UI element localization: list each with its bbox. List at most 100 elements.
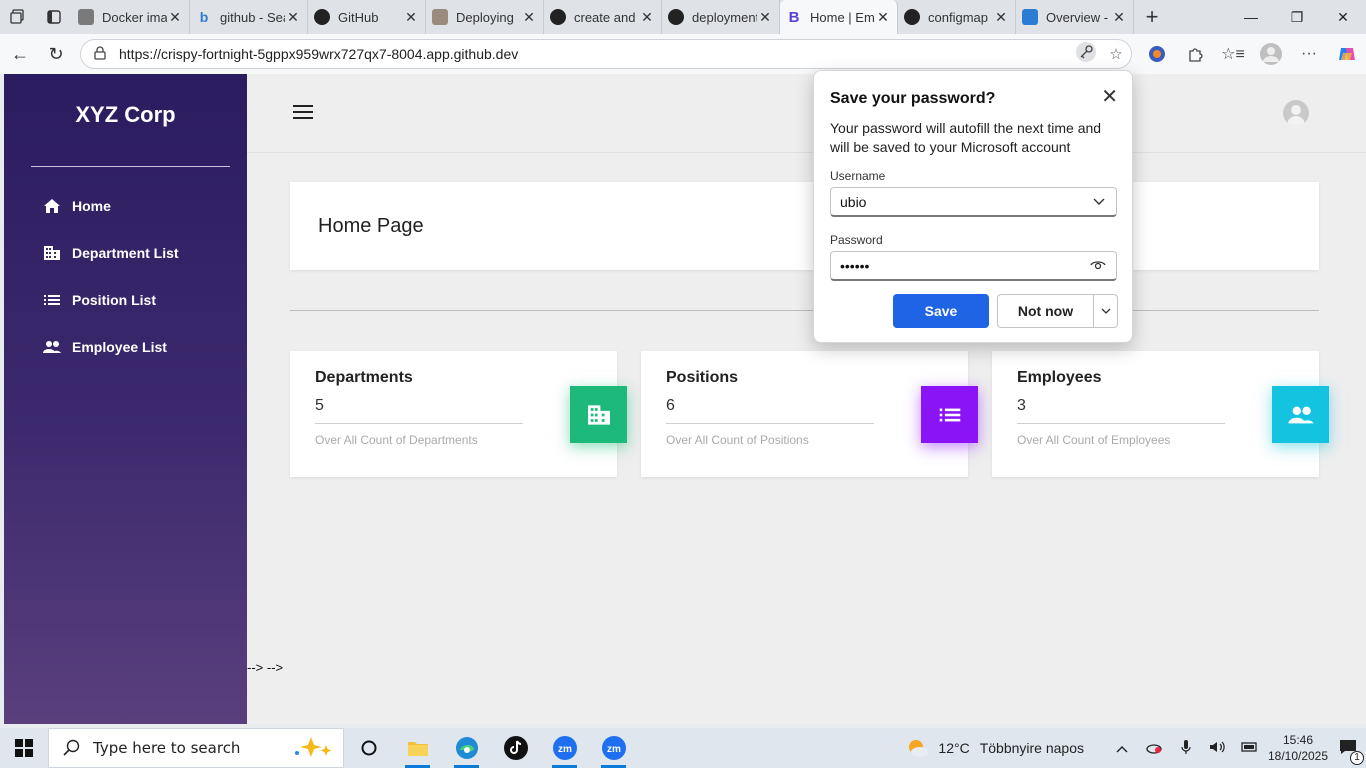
tab-actions-icon[interactable]	[36, 0, 72, 34]
copilot-icon[interactable]	[1328, 34, 1366, 74]
profile-icon[interactable]	[1252, 34, 1290, 74]
tab-close-icon[interactable]: ✕	[1111, 9, 1127, 26]
sidebar: XYZ Corp Home Department List Position L…	[4, 74, 247, 724]
sidebar-item-label: Employee List	[72, 338, 167, 355]
stat-title: Positions	[666, 369, 739, 386]
zoom-app-icon[interactable]: zm	[540, 728, 589, 768]
close-icon[interactable]: ✕	[1101, 87, 1118, 107]
building-icon	[42, 245, 62, 261]
stat-card-positions: Positions 6 Over All Count of Positions	[641, 351, 978, 477]
github-icon	[904, 9, 920, 25]
favorite-star-icon[interactable]: ☆	[1101, 45, 1131, 63]
tab-close-icon[interactable]: ✕	[757, 9, 773, 26]
maximize-button[interactable]: ❐	[1274, 0, 1320, 34]
more-menu-icon[interactable]: ···	[1290, 34, 1328, 74]
browser-tab[interactable]: B Home | Employee✕	[780, 0, 898, 34]
password-value: ••••••	[840, 257, 870, 274]
favorites-icon[interactable]: ☆≡	[1214, 34, 1252, 74]
zoom-app-icon-2[interactable]: zm	[589, 728, 638, 768]
svg-text:zm: zm	[558, 744, 572, 755]
svg-text:zm: zm	[607, 744, 621, 755]
username-field[interactable]: ubio	[830, 187, 1117, 217]
browser-tab[interactable]: create and ✕	[544, 0, 662, 34]
home-icon	[42, 198, 62, 214]
web-page: XYZ Corp Home Department List Position L…	[4, 74, 1366, 724]
notification-count: 1	[1350, 750, 1364, 765]
edge-browser-icon[interactable]	[442, 728, 491, 768]
stat-title: Departments	[315, 369, 413, 386]
browser-tab[interactable]: Overview - ✕	[1016, 0, 1134, 34]
save-password-button[interactable]: Save	[893, 294, 989, 328]
sidebar-item-home[interactable]: Home	[42, 182, 179, 229]
new-tab-button[interactable]: +	[1134, 0, 1170, 34]
browser-tab[interactable]: b github - Search✕	[190, 0, 308, 34]
tab-close-icon[interactable]: ✕	[285, 9, 301, 26]
microphone-icon[interactable]	[1170, 739, 1202, 758]
page-header-card: Home Page	[290, 182, 1319, 270]
minimize-button[interactable]: —	[1228, 0, 1274, 34]
cortana-icon[interactable]	[344, 728, 393, 768]
stat-value: 3	[1017, 397, 1026, 414]
stat-card-employees: Employees 3 Over All Count of Employees	[992, 351, 1329, 477]
more-options-chevron-icon[interactable]	[1093, 294, 1118, 328]
weather-widget[interactable]: 12°C Többnyire napos	[906, 738, 1084, 758]
site-info-icon[interactable]	[93, 45, 109, 63]
tab-title: Deploying	[456, 9, 514, 25]
sidebar-item-department-list[interactable]: Department List	[42, 229, 179, 276]
network-icon[interactable]	[1234, 740, 1266, 756]
cloud-sync-icon[interactable]	[1138, 740, 1170, 757]
tab-title: github - Search	[220, 9, 285, 25]
url-text[interactable]: https://crispy-fortnight-5gppx959wrx727q…	[119, 46, 1071, 62]
tab-close-icon[interactable]: ✕	[875, 9, 891, 26]
taskbar-clock[interactable]: 15:46 18/10/2025	[1266, 732, 1330, 764]
workspaces-icon[interactable]	[0, 0, 36, 34]
chevron-up-icon[interactable]	[1106, 740, 1138, 756]
file-explorer-icon[interactable]	[393, 728, 442, 768]
tab-close-icon[interactable]: ✕	[167, 9, 183, 26]
search-placeholder: Type here to search	[93, 739, 241, 757]
address-bar[interactable]: https://crispy-fortnight-5gppx959wrx727q…	[80, 39, 1132, 69]
sidebar-item-position-list[interactable]: Position List	[42, 276, 179, 323]
extension-icon[interactable]	[1138, 34, 1176, 74]
browser-tab[interactable]: Deploying ✕	[426, 0, 544, 34]
browser-tab[interactable]: Docker image✕	[72, 0, 190, 34]
tab-close-icon[interactable]: ✕	[639, 9, 655, 26]
search-icon	[63, 739, 80, 756]
password-label: Password	[830, 233, 883, 247]
volume-icon[interactable]	[1202, 740, 1234, 757]
page-title: Home Page	[318, 215, 424, 237]
sidebar-item-employee-list[interactable]: Employee List	[42, 323, 179, 370]
browser-tab[interactable]: deployment ✕	[662, 0, 780, 34]
browser-tab[interactable]: GitHub ✕	[308, 0, 426, 34]
username-label: Username	[830, 169, 886, 183]
building-icon	[570, 386, 627, 443]
sidebar-nav: Home Department List Position List Emplo…	[42, 182, 179, 370]
extensions-puzzle-icon[interactable]	[1176, 34, 1214, 74]
notification-center-icon[interactable]: 1	[1330, 739, 1366, 765]
refresh-button[interactable]: ↻	[38, 36, 74, 72]
tab-close-icon[interactable]: ✕	[521, 9, 537, 26]
sidebar-item-label: Department List	[72, 244, 179, 261]
tiktok-icon[interactable]	[491, 728, 540, 768]
brand-title[interactable]: XYZ Corp	[4, 102, 247, 128]
close-window-button[interactable]: ✕	[1320, 0, 1366, 34]
search-highlight-icon	[289, 735, 333, 762]
stat-description: Over All Count of Departments	[315, 433, 478, 447]
taskbar-search-box[interactable]: Type here to search	[48, 728, 344, 768]
tab-close-icon[interactable]: ✕	[403, 9, 419, 26]
github-icon	[668, 9, 684, 25]
not-now-button[interactable]: Not now	[997, 294, 1093, 328]
stat-description: Over All Count of Positions	[666, 433, 809, 447]
chevron-down-icon[interactable]	[1092, 194, 1106, 211]
windows-start-icon[interactable]	[0, 728, 48, 768]
browser-tab[interactable]: configmap ✕	[898, 0, 1016, 34]
tab-title: Docker image	[102, 9, 167, 25]
password-field[interactable]: ••••••	[830, 251, 1117, 281]
show-password-eye-icon[interactable]	[1090, 258, 1106, 275]
password-key-icon[interactable]	[1071, 41, 1101, 67]
tab-close-icon[interactable]: ✕	[993, 9, 1009, 26]
stray-text: --> -->	[247, 660, 284, 675]
user-avatar[interactable]	[1283, 100, 1309, 126]
back-button[interactable]: ←	[2, 36, 38, 72]
hamburger-menu-icon[interactable]	[293, 105, 313, 123]
